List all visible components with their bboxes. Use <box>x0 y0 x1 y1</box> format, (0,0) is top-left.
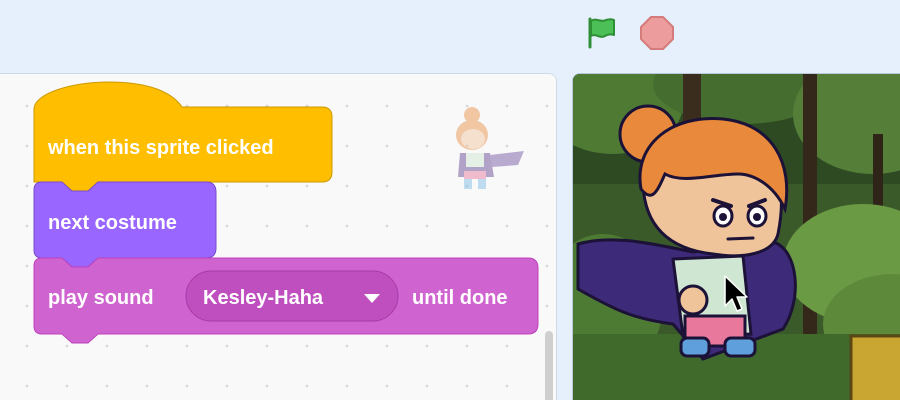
vertical-scrollbar[interactable] <box>545 331 553 400</box>
when-this-sprite-clicked-block[interactable]: when this sprite clicked <box>33 81 333 192</box>
play-sound-label: play sound <box>48 287 154 309</box>
green-flag-icon <box>588 17 615 49</box>
stop-button[interactable] <box>636 12 678 54</box>
sound-dropdown-value: Kesley-Haha <box>203 287 324 309</box>
stage[interactable] <box>572 73 900 400</box>
next-costume-block[interactable]: next costume <box>33 181 217 268</box>
green-flag-button[interactable] <box>578 12 624 54</box>
next-costume-label: next costume <box>48 212 177 234</box>
play-sound-until-done-block[interactable]: play sound Kesley-Haha until done <box>33 257 539 344</box>
stage-scene <box>573 74 900 400</box>
when-this-sprite-clicked-label: when this sprite clicked <box>47 137 274 159</box>
script-area[interactable]: when this sprite clicked next costume pl… <box>0 73 557 400</box>
sprite-thumbnail-icon <box>456 107 524 189</box>
stop-sign-icon <box>640 16 674 50</box>
until-done-label: until done <box>412 287 508 309</box>
sound-dropdown[interactable]: Kesley-Haha <box>185 270 399 322</box>
stage-header-bar <box>0 0 900 72</box>
